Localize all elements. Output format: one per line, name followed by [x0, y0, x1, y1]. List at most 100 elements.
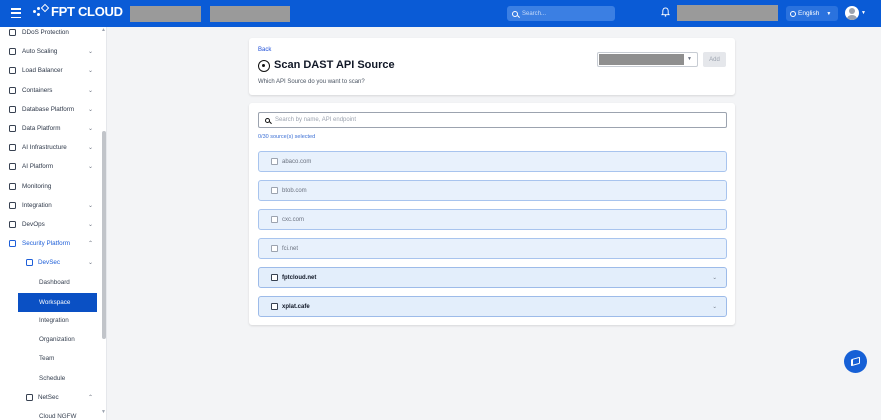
sidebar-item[interactable]: Monitoring: [0, 177, 100, 196]
sidebar-item-label: Dashboard: [39, 278, 70, 286]
row-checkbox[interactable]: [271, 303, 278, 310]
sidebar-item[interactable]: Load Balancer ⌄: [0, 61, 100, 80]
filter-placeholder: Search by name, API endpoint: [275, 117, 357, 123]
language-label: English: [798, 10, 820, 17]
monitor-icon: [9, 182, 16, 190]
sidebar-item-label: Integration: [39, 317, 69, 324]
row-checkbox[interactable]: [271, 187, 278, 194]
user-avatar[interactable]: [845, 6, 859, 20]
database-icon: [9, 105, 16, 113]
sidebar-item-devsec[interactable]: DevSec ⌄: [0, 253, 100, 272]
sidebar-item-label: Data Platform: [22, 125, 61, 132]
api-source-row[interactable]: abaco.com: [258, 151, 727, 172]
sidebar-item[interactable]: Auto Scaling ⌄: [0, 42, 100, 61]
devsec-icon: [26, 259, 33, 267]
scan-source-select[interactable]: ▼: [597, 52, 698, 67]
devops-icon: [9, 221, 16, 228]
search-placeholder: Search...: [522, 10, 547, 17]
sidebar-item[interactable]: Database Platform ⌄: [0, 100, 100, 119]
row-checkbox[interactable]: [271, 245, 278, 252]
sidebar-item-label: DevSec: [38, 259, 61, 267]
chevron-icon: ⌄: [88, 126, 94, 132]
sidebar-item-label: Workspace: [39, 298, 71, 306]
row-label: fptcloud.net: [282, 274, 317, 281]
row-label: abaco.com: [282, 158, 312, 165]
row-checkbox[interactable]: [271, 274, 278, 281]
filter-search-input[interactable]: Search by name, API endpoint: [258, 112, 727, 128]
redacted-region-name[interactable]: [210, 6, 290, 22]
sidebar-item-label: Monitoring: [22, 182, 52, 190]
sidebar-item[interactable]: DDoS Protection: [0, 23, 100, 42]
chevron-icon: ⌄: [88, 68, 94, 75]
top-navigation-bar: FPT CLOUD Search... English ▼ ▼: [0, 0, 881, 27]
scroll-down-arrow-icon[interactable]: ▼: [101, 409, 106, 415]
sidebar-subitem[interactable]: Cloud NGFW: [0, 407, 100, 420]
sidebar-scrollbar[interactable]: [102, 131, 106, 339]
notification-bell-icon[interactable]: [661, 7, 670, 17]
globe-icon: [790, 10, 796, 17]
api-source-row[interactable]: fptcloud.net ⌄: [258, 267, 727, 288]
sidebar-item[interactable]: Security Platform ⌃: [0, 234, 100, 253]
redacted-account-info[interactable]: [677, 5, 778, 21]
sidebar-item[interactable]: Data Platform ⌄: [0, 119, 100, 138]
row-label: xplat.cafe: [282, 303, 310, 310]
chevron-icon: ⌄: [88, 222, 94, 228]
chevron-icon: ⌄: [88, 164, 94, 171]
sidebar-item[interactable]: DevOps ⌄: [0, 215, 100, 234]
add-button[interactable]: Add: [703, 52, 726, 67]
sidebar-item-label: Integration: [22, 201, 52, 209]
sidebar-item-label: Schedule: [39, 374, 66, 382]
sidebar-subitem[interactable]: Integration: [0, 311, 100, 330]
netsec-icon: [26, 393, 33, 401]
data-icon: [9, 125, 16, 132]
row-label: fci.net: [282, 245, 299, 252]
sidebar-item-label: Cloud NGFW: [39, 413, 77, 420]
sidebar-item[interactable]: AI Platform ⌄: [0, 157, 100, 176]
avatar-chevron-icon[interactable]: ▼: [861, 10, 866, 16]
redacted-project-name[interactable]: [130, 6, 201, 22]
sidebar-subitem[interactable]: Team: [0, 349, 100, 368]
sidebar-item-label: AI Platform: [22, 163, 54, 171]
page-title: Scan DAST API Source: [274, 59, 395, 71]
chevron-down-icon: ▼: [687, 56, 692, 62]
sidebar-item[interactable]: Containers ⌄: [0, 81, 100, 100]
sidebar-item-netsec[interactable]: NetSec ⌃: [0, 388, 100, 407]
sidebar-item-label: DDoS Protection: [22, 29, 69, 36]
chevron-icon: ⌄: [88, 202, 94, 209]
menu-icon[interactable]: [11, 8, 21, 18]
sidebar-item-label: Containers: [22, 86, 53, 94]
scan-api-icon: [258, 60, 270, 72]
megaphone-icon: [851, 356, 860, 367]
api-source-row[interactable]: fci.net: [258, 238, 727, 259]
api-source-row[interactable]: cxc.com: [258, 209, 727, 230]
balancer-icon: [9, 67, 16, 75]
chevron-down-icon[interactable]: ⌄: [712, 275, 717, 281]
scroll-up-arrow-icon[interactable]: ▲: [101, 27, 106, 33]
sidebar-item[interactable]: Integration ⌄: [0, 196, 100, 215]
global-search-input[interactable]: Search...: [507, 6, 615, 21]
back-link[interactable]: Back: [258, 47, 271, 53]
api-source-row[interactable]: btob.com: [258, 180, 727, 201]
chevron-down-icon[interactable]: ⌄: [712, 304, 717, 310]
sidebar-item-label: Database Platform: [22, 105, 75, 113]
row-checkbox[interactable]: [271, 216, 278, 223]
sidebar-subitem[interactable]: Organization: [0, 330, 100, 349]
sidebar-item[interactable]: AI Infrastructure ⌄: [0, 138, 100, 157]
ai-infra-icon: [9, 144, 16, 152]
feedback-button[interactable]: [844, 350, 867, 373]
language-selector[interactable]: English ▼: [786, 6, 838, 21]
sidebar-item-workspace-active[interactable]: Workspace: [18, 292, 97, 312]
chevron-icon: ⌄: [88, 106, 94, 113]
sidebar-item-label: Auto Scaling: [22, 48, 58, 56]
security-icon: [9, 240, 16, 248]
search-icon: [265, 117, 270, 123]
ai-platform-icon: [9, 163, 16, 171]
sidebar-subitem[interactable]: Schedule: [0, 369, 100, 388]
chevron-icon: ⌄: [88, 145, 94, 152]
chevron-down-icon: ▼: [826, 10, 832, 17]
brand-logo[interactable]: FPT CLOUD: [33, 3, 123, 19]
api-source-row[interactable]: xplat.cafe ⌄: [258, 296, 727, 317]
row-checkbox[interactable]: [271, 158, 278, 165]
shield-icon: [9, 29, 16, 36]
sidebar-subitem[interactable]: Dashboard: [0, 273, 100, 292]
